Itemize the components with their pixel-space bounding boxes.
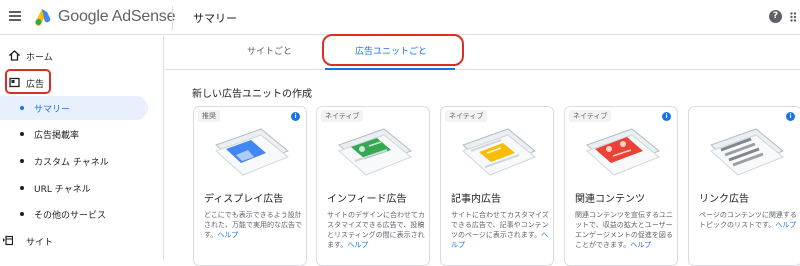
- sidebar-item-sites[interactable]: サイト: [0, 229, 160, 253]
- sidebar-item-label: カスタム チャネル: [34, 158, 109, 168]
- section-title: 新しい広告ユニットの作成: [192, 89, 312, 100]
- ad-type-card-in-article[interactable]: ネイティブ 記事内広告 サイトに合わせてカスタマイズできる広告で、記事やコンテン…: [440, 106, 554, 266]
- sidebar-item-other-services[interactable]: その他のサービス: [0, 202, 160, 226]
- sidebar-item-label: 広告掲載率: [34, 131, 80, 141]
- help-icon[interactable]: ?: [769, 10, 782, 23]
- tab-by-site[interactable]: サイトごと: [247, 44, 292, 57]
- tab-bar: サイトごと 広告ユニットごと: [165, 36, 800, 70]
- display-ad-illustration-icon: [215, 128, 289, 176]
- adsense-logo-icon: [35, 9, 51, 26]
- ad-type-card-link[interactable]: i リンク広告 ページのコンテンツに関連するトピックのリストです。ヘルプ: [688, 106, 800, 266]
- bullet-icon: [20, 186, 24, 190]
- sidebar-item-label: ホーム: [26, 53, 53, 63]
- bullet-icon: [20, 159, 24, 163]
- sites-icon: [3, 235, 13, 246]
- card-title: インフィード広告: [327, 194, 407, 205]
- highlight-box-tab: [322, 34, 464, 66]
- sidebar-item-home[interactable]: ホーム: [0, 44, 160, 68]
- top-bar: Google AdSense サマリー ?: [0, 0, 800, 35]
- sidebar-item-coverage[interactable]: 広告掲載率: [0, 122, 160, 146]
- card-badge: ネイティブ: [321, 110, 364, 122]
- sidebar-item-label: その他のサービス: [34, 211, 107, 221]
- card-title: 関連コンテンツ: [575, 194, 645, 205]
- sidebar-item-label: サイト: [26, 238, 54, 248]
- card-description: 関連コンテンツを宣伝するユニットで、収益の拡大とユーザー エンゲージメントの促進…: [575, 210, 673, 250]
- ad-type-card-display[interactable]: 推奨 i ディスプレイ広告 どこにでも表示できるよう設計された、万能で実用的な広…: [193, 106, 307, 266]
- info-icon[interactable]: i: [662, 112, 671, 121]
- ad-type-card-infeed[interactable]: ネイティブ インフィード広告 サイトのデザインに合わせてカスタマイズできる広告で…: [316, 106, 430, 266]
- info-icon[interactable]: i: [786, 112, 795, 121]
- card-badge: 推奨: [198, 110, 220, 122]
- card-description: ページのコンテンツに関連するトピックのリストです。ヘルプ: [699, 210, 797, 230]
- active-tab-indicator: [325, 68, 455, 70]
- sidebar-item-label: URL チャネル: [34, 185, 91, 195]
- bullet-icon: [20, 132, 24, 136]
- help-link[interactable]: ヘルプ: [217, 231, 238, 239]
- help-link[interactable]: ヘルプ: [347, 241, 368, 249]
- brand-name: Google AdSense: [58, 8, 176, 25]
- apps-grid-icon[interactable]: [790, 12, 800, 22]
- sidebar-item-url-channels[interactable]: URL チャネル: [0, 176, 160, 200]
- card-badge: ネイティブ: [569, 110, 612, 122]
- card-description-text: サイトに合わせてカスタマイズできる広告で、記事やコンテンツのページに表示されます…: [451, 211, 549, 239]
- highlight-box-ads: [5, 69, 51, 94]
- link-ad-illustration-icon: [710, 128, 784, 176]
- info-icon[interactable]: i: [291, 112, 300, 121]
- sidebar-item-summary[interactable]: サマリー: [0, 96, 148, 120]
- in-article-ad-illustration-icon: [462, 128, 536, 176]
- bullet-icon: [20, 106, 24, 110]
- card-title: リンク広告: [699, 194, 749, 205]
- card-title: 記事内広告: [451, 194, 501, 205]
- page-title: サマリー: [193, 12, 237, 25]
- card-description-text: サイトのデザインに合わせてカスタマイズできる広告で、投稿とリスティングの間に表示…: [327, 211, 425, 249]
- card-description: サイトのデザインに合わせてカスタマイズできる広告で、投稿とリスティングの間に表示…: [327, 210, 425, 250]
- matched-content-illustration-icon: [586, 128, 660, 176]
- infeed-ad-illustration-icon: [338, 128, 412, 176]
- card-badge: ネイティブ: [445, 110, 488, 122]
- help-link[interactable]: ヘルプ: [775, 221, 796, 229]
- sidebar-item-custom-channels[interactable]: カスタム チャネル: [0, 149, 160, 173]
- menu-icon[interactable]: [9, 11, 21, 21]
- card-title: ディスプレイ広告: [204, 194, 284, 205]
- card-description: サイトに合わせてカスタマイズできる広告で、記事やコンテンツのページに表示されます…: [451, 210, 549, 250]
- ad-type-card-matched-content[interactable]: ネイティブ i 関連コンテンツ 関連コンテンツを宣伝するユニットで、収益の拡大と…: [564, 106, 678, 266]
- help-link[interactable]: ヘルプ: [630, 241, 651, 249]
- sidebar-item-label: サマリー: [34, 105, 71, 115]
- card-description: どこにでも表示できるよう設計された、万能で実用的な広告です。ヘルプ: [204, 210, 302, 240]
- card-description-text: 関連コンテンツを宣伝するユニットで、収益の拡大とユーザー エンゲージメントの促進…: [575, 211, 673, 249]
- home-icon: [9, 50, 20, 61]
- header-divider: [172, 6, 173, 30]
- bullet-icon: [20, 212, 24, 216]
